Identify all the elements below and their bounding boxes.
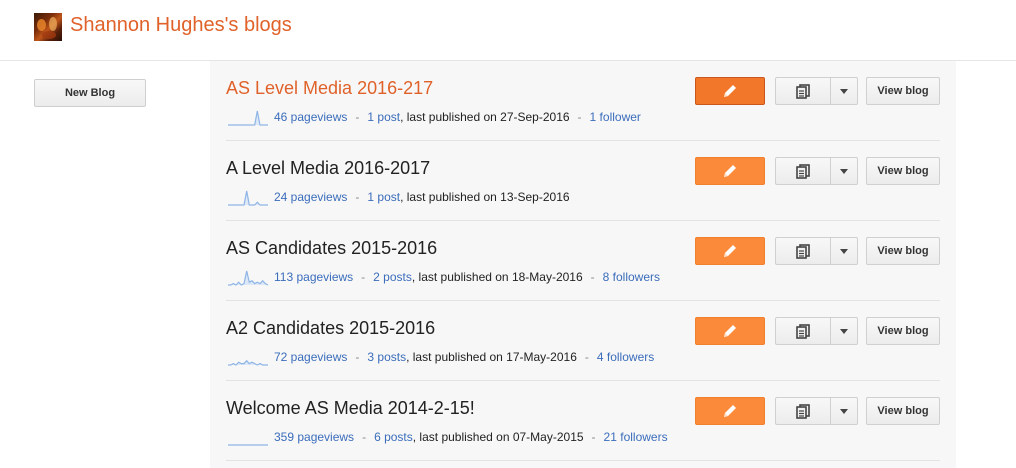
pencil-icon: [724, 245, 736, 257]
sparkline-area: [228, 111, 268, 125]
pageviews-sparkline[interactable]: [226, 107, 270, 127]
view-blog-button[interactable]: View blog: [866, 237, 940, 265]
pencil-icon: [724, 325, 736, 337]
posts-link[interactable]: 1 post: [367, 110, 400, 124]
blog-row: A2 Candidates 2015-2016 72 pageviews - 3…: [210, 301, 956, 381]
pageviews-link[interactable]: 359 pageviews: [274, 430, 354, 444]
pageviews-link[interactable]: 113 pageviews: [274, 270, 353, 284]
blog-stats: 359 pageviews - 6 posts , last published…: [226, 427, 668, 447]
last-published-text: , last published on 27-Sep-2016: [400, 110, 570, 124]
posts-icon: [796, 244, 810, 259]
followers-link[interactable]: 8 followers: [603, 270, 660, 284]
blog-stats: 24 pageviews - 1 post , last published o…: [226, 187, 570, 207]
edit-button[interactable]: [695, 157, 765, 185]
posts-link[interactable]: 1 post: [367, 190, 400, 204]
posts-icon: [796, 404, 810, 419]
posts-icon: [796, 164, 810, 179]
blog-row: AS Candidates 2015-2016 113 pageviews - …: [210, 221, 956, 301]
separator: -: [584, 350, 589, 364]
posts-link[interactable]: 6 posts: [374, 430, 413, 444]
edit-button[interactable]: [695, 77, 765, 105]
view-blog-button[interactable]: View blog: [866, 157, 940, 185]
edit-button[interactable]: [695, 317, 765, 345]
blog-stats: 46 pageviews - 1 post , last published o…: [226, 107, 641, 127]
blog-title[interactable]: AS Level Media 2016-217: [226, 78, 433, 99]
blog-title[interactable]: A2 Candidates 2015-2016: [226, 318, 435, 339]
sparkline-line: [228, 110, 268, 126]
more-options-dropdown[interactable]: [830, 397, 858, 425]
posts-button[interactable]: [775, 397, 830, 425]
separator: -: [355, 110, 360, 124]
pageviews-sparkline[interactable]: [226, 187, 270, 207]
row-divider: [226, 460, 940, 461]
followers-link[interactable]: 4 followers: [597, 350, 654, 364]
posts-button[interactable]: [775, 77, 830, 105]
separator: -: [577, 110, 582, 124]
blog-row: AS Level Media 2016-217 46 pageviews - 1…: [210, 61, 956, 141]
blog-stats: 113 pageviews - 2 posts , last published…: [226, 267, 660, 287]
posts-button[interactable]: [775, 157, 830, 185]
chevron-down-icon: [840, 328, 848, 334]
pageviews-sparkline[interactable]: [226, 347, 270, 367]
pageviews-sparkline[interactable]: [226, 267, 270, 287]
posts-button[interactable]: [775, 317, 830, 345]
pageviews-link[interactable]: 46 pageviews: [274, 110, 347, 124]
view-blog-button[interactable]: View blog: [866, 317, 940, 345]
edit-button[interactable]: [695, 397, 765, 425]
more-options-dropdown[interactable]: [830, 77, 858, 105]
more-options-dropdown[interactable]: [830, 317, 858, 345]
blog-title[interactable]: AS Candidates 2015-2016: [226, 238, 437, 259]
blog-row: A Level Media 2016-2017 24 pageviews - 1…: [210, 141, 956, 221]
last-published-text: , last published on 18-May-2016: [411, 270, 583, 284]
blog-title[interactable]: A Level Media 2016-2017: [226, 158, 430, 179]
pageviews-link[interactable]: 72 pageviews: [274, 350, 347, 364]
separator: -: [355, 190, 360, 204]
last-published-text: , last published on 07-May-2015: [412, 430, 584, 444]
blog-stats: 72 pageviews - 3 posts , last published …: [226, 347, 654, 367]
separator: -: [591, 430, 596, 444]
chevron-down-icon: [840, 248, 848, 254]
blog-list: AS Level Media 2016-217 46 pageviews - 1…: [210, 61, 956, 468]
last-published-text: , last published on 13-Sep-2016: [400, 190, 570, 204]
separator: -: [590, 270, 595, 284]
separator: -: [355, 350, 360, 364]
chevron-down-icon: [840, 168, 848, 174]
blog-title[interactable]: Welcome AS Media 2014-2-15!: [226, 398, 475, 419]
posts-link[interactable]: 2 posts: [373, 270, 412, 284]
more-options-dropdown[interactable]: [830, 157, 858, 185]
posts-icon: [796, 324, 810, 339]
avatar[interactable]: [34, 13, 62, 41]
pageviews-sparkline[interactable]: [226, 427, 270, 447]
posts-icon: [796, 84, 810, 99]
page-title[interactable]: Shannon Hughes's blogs: [70, 14, 292, 37]
chevron-down-icon: [840, 88, 848, 94]
separator: -: [362, 430, 367, 444]
followers-link[interactable]: 1 follower: [590, 110, 641, 124]
view-blog-button[interactable]: View blog: [866, 77, 940, 105]
followers-link[interactable]: 21 followers: [604, 430, 668, 444]
header: Shannon Hughes's blogs: [0, 0, 1016, 61]
posts-button[interactable]: [775, 237, 830, 265]
posts-link[interactable]: 3 posts: [367, 350, 406, 364]
last-published-text: , last published on 17-May-2016: [406, 350, 577, 364]
pencil-icon: [724, 165, 736, 177]
more-options-dropdown[interactable]: [830, 237, 858, 265]
pencil-icon: [724, 405, 736, 417]
new-blog-button[interactable]: New Blog: [34, 79, 146, 107]
pageviews-link[interactable]: 24 pageviews: [274, 190, 347, 204]
blog-row: Welcome AS Media 2014-2-15! 359 pageview…: [210, 381, 956, 461]
separator: -: [361, 270, 366, 284]
view-blog-button[interactable]: View blog: [866, 397, 940, 425]
chevron-down-icon: [840, 408, 848, 414]
pencil-icon: [724, 85, 736, 97]
edit-button[interactable]: [695, 237, 765, 265]
